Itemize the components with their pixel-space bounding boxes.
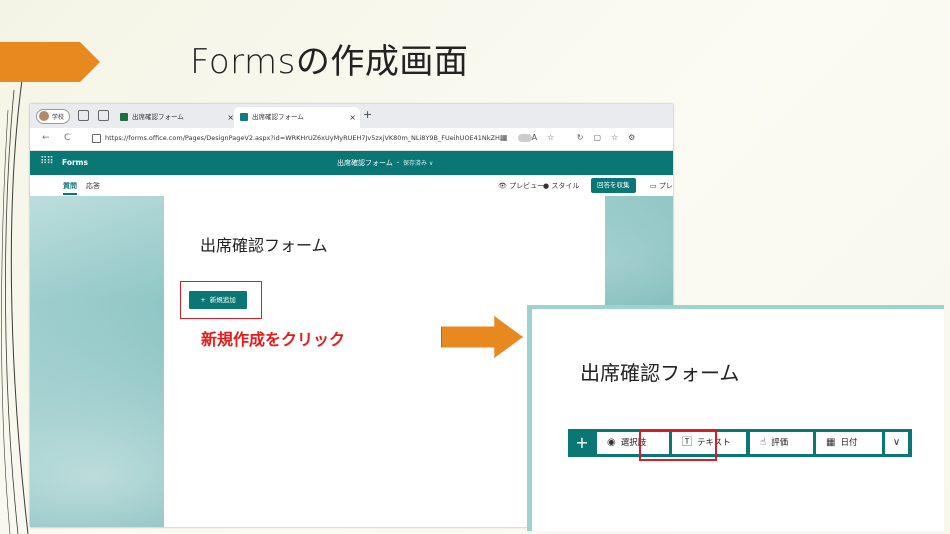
tab-label: 出席確認フォーム	[132, 113, 184, 121]
style-button[interactable]: ● スタイル	[543, 181, 579, 191]
option-date[interactable]: ▦ 日付	[816, 432, 882, 454]
lock-icon[interactable]	[92, 134, 101, 143]
preview-label: プレビュー	[509, 182, 545, 190]
app-launcher-icon[interactable]: ⠿⠿	[40, 156, 54, 167]
present-button[interactable]: ▭ プレ	[650, 181, 673, 191]
form-title[interactable]: 出席確認フォーム	[580, 357, 739, 386]
close-icon[interactable]: ×	[227, 107, 234, 128]
calendar-icon: ▦	[826, 437, 836, 448]
add-new-label: 新規追加	[209, 296, 236, 304]
add-new-button[interactable]: + 新規追加	[189, 291, 247, 309]
new-tab-button[interactable]: +	[363, 108, 372, 121]
annotation-text: 新規作成をクリック	[201, 330, 346, 349]
forms-icon	[240, 113, 248, 121]
option-label: 日付	[840, 438, 858, 448]
present-label: プレ	[658, 182, 673, 190]
tab-label: 出席確認フォーム	[252, 113, 304, 121]
address-bar: ← C https://forms.office.com/Pages/Desig…	[30, 128, 673, 151]
option-label: 評価	[771, 438, 789, 448]
workspaces-icon[interactable]	[78, 110, 89, 121]
url-field[interactable]: https://forms.office.com/Pages/DesignPag…	[105, 134, 506, 142]
tracking-icon[interactable]	[517, 133, 532, 142]
profile-label: 学校	[52, 114, 65, 121]
add-icon[interactable]: +	[569, 430, 595, 456]
more-options-button[interactable]: ∨	[885, 432, 908, 454]
refresh-icon[interactable]: C	[64, 133, 70, 143]
tab-responses[interactable]: 応答	[86, 181, 100, 191]
tab-questions[interactable]: 質問	[63, 181, 77, 195]
slide-title: Formsの作成画面	[190, 42, 469, 82]
excel-icon	[120, 113, 128, 121]
document-name: 出席確認フォーム	[337, 159, 393, 167]
title-arrow-shape	[0, 42, 100, 82]
question-type-bar: + ◉ 選択肢 🅃︎ テキスト ☝︎ 評価 ▦ 日付 ∨	[568, 429, 912, 457]
document-title[interactable]: 出席確認フォーム ・ 保存済み ∨	[337, 158, 433, 168]
radio-icon: ◉	[607, 437, 616, 448]
save-status: ・ 保存済み ∨	[395, 160, 434, 167]
forms-command-bar: 質問 応答 👁︎ プレビュー ● スタイル 回答を収集 ▭ プレ	[30, 175, 673, 198]
style-label: スタイル	[551, 182, 580, 190]
tab-attendance-forms[interactable]: 出席確認フォーム ×	[234, 107, 360, 128]
app-name[interactable]: Forms	[62, 158, 88, 167]
zoomed-question-panel: 出席確認フォーム + ◉ 選択肢 🅃︎ テキスト ☝︎ 評価 ▦ 日付 ∨	[528, 305, 944, 531]
tab-attendance-excel[interactable]: 出席確認フォーム ×	[116, 107, 238, 128]
chevron-down-icon: ∨	[892, 437, 901, 448]
browser-toolbar-icons[interactable]: ▦ A☆ ↻▢☆⚙	[500, 133, 645, 142]
tab-actions-icon[interactable]	[98, 110, 109, 121]
browser-tab-bar: 学校 出席確認フォーム × 出席確認フォーム × +	[30, 104, 673, 128]
forms-app-bar: ⠿⠿ Forms 出席確認フォーム ・ 保存済み ∨	[30, 151, 673, 175]
back-icon[interactable]: ←	[42, 133, 50, 143]
avatar	[39, 111, 49, 121]
plus-icon: +	[200, 296, 206, 304]
profile-button[interactable]: 学校	[36, 109, 70, 124]
collect-responses-button[interactable]: 回答を収集	[591, 178, 636, 193]
eye-icon: 👁︎	[498, 182, 510, 190]
close-icon[interactable]: ×	[349, 107, 356, 128]
form-title[interactable]: 出席確認フォーム	[200, 232, 328, 256]
highlight-frame	[639, 429, 717, 461]
preview-button[interactable]: 👁︎ プレビュー	[498, 181, 544, 191]
highlight-frame: + 新規追加	[180, 281, 262, 319]
thumb-icon: ☝︎	[760, 437, 767, 448]
option-rating[interactable]: ☝︎ 評価	[750, 432, 813, 454]
monitor-icon: ▭	[650, 182, 659, 190]
